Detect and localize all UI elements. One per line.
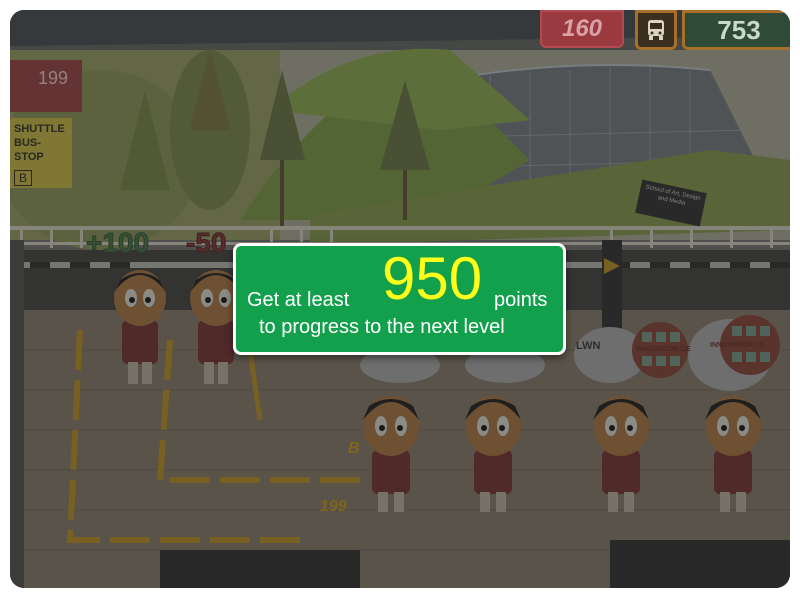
shuttle-sign-line1: SHUTTLE [14,123,65,135]
minus-points-indicator: -50 [185,227,227,259]
thought-bubble-innovation: INNOVATION CE [710,342,765,349]
popup-line2-text: to progress to the next level [259,316,505,338]
game-frame: 199 SHUTTLE BUS-STOP B School of Art, De… [10,10,790,588]
shuttle-bus-stop-sign: SHUTTLE BUS-STOP B [10,118,72,188]
bus-stop-number-sign: 199 [10,60,82,112]
ground-number-label: 199 [320,498,347,515]
total-points-counter: 753 [682,10,790,50]
popup-prefix-text: Get at least [247,289,350,311]
thought-bubble-lwn: LWN [576,340,601,352]
bus-icon [648,20,664,40]
plus-points-indicator: +100 [85,227,150,259]
bus-stop-number: 199 [37,68,68,88]
level-goal-popup[interactable]: Get at least 950 points to progress to t… [233,243,566,355]
bus-button[interactable] [635,10,677,50]
ground-letter-label: B [348,440,360,457]
popup-suffix-text: points [494,289,548,311]
score-counter: 160 [540,10,624,48]
popup-target-points: 950 [382,245,483,312]
shuttle-sign-letter: B [14,170,33,186]
thought-bubble-innovation: INNOVATION CE [636,346,691,353]
shuttle-sign-line2: BUS-STOP [14,137,44,163]
